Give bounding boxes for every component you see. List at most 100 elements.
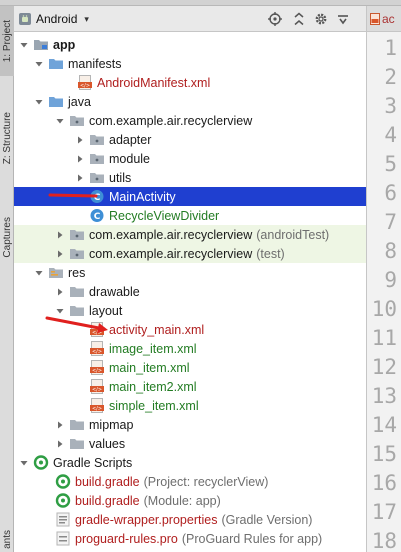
project-view-dropdown[interactable]: Android ▾ [18, 9, 89, 29]
tree-item-label: main_item2.xml [109, 379, 197, 394]
editor-tab[interactable]: ac [367, 6, 401, 32]
left-tool-window-strip: 1: Project Z: Structure Captures ants [0, 6, 14, 552]
expand-arrow-right-icon[interactable] [54, 286, 66, 298]
tree-item-label: com.example.air.recyclerview [89, 227, 253, 242]
collapse-all-button[interactable] [290, 10, 308, 28]
tree-item-label: layout [89, 303, 123, 318]
line-number: 8 [384, 239, 397, 263]
xml-file-icon: </> [89, 379, 105, 394]
tree-item-app[interactable]: app [14, 35, 366, 54]
tree-item-utils[interactable]: utils [14, 168, 366, 187]
tree-item-label: build.gradle [75, 493, 140, 508]
tree-item-res[interactable]: res [14, 263, 366, 282]
line-number: 13 [371, 384, 397, 408]
tree-item-package-test[interactable]: com.example.air.recyclerview (test) [14, 244, 366, 263]
line-number: 3 [384, 94, 397, 118]
package-icon [69, 227, 85, 242]
tree-item-values[interactable]: values [14, 434, 366, 453]
expand-arrow-down-icon[interactable] [33, 96, 45, 108]
tree-item-build-gradle-module[interactable]: build.gradle (Module: app) [14, 491, 366, 510]
tree-item-label: AndroidManifest.xml [97, 75, 211, 90]
line-number: 12 [371, 355, 397, 379]
line-number: 9 [384, 268, 397, 292]
tree-item-java[interactable]: java [14, 92, 366, 111]
sync-target-button[interactable] [266, 10, 284, 28]
folder-icon [69, 417, 85, 432]
build-variants-tool-tab[interactable]: ants [0, 526, 14, 552]
tree-item-image-item[interactable]: </> image_item.xml [14, 339, 366, 358]
line-number: 10 [371, 297, 397, 321]
project-tool-tab[interactable]: 1: Project [0, 6, 14, 76]
tree-item-module[interactable]: module [14, 149, 366, 168]
expand-arrow-right-icon[interactable] [54, 229, 66, 241]
hide-panel-button[interactable] [334, 10, 352, 28]
line-number: 15 [371, 442, 397, 466]
tree-item-label: MainActivity [109, 189, 176, 204]
expand-arrow-right-icon[interactable] [74, 153, 86, 165]
expand-arrow-right-icon[interactable] [74, 134, 86, 146]
expand-arrow-down-icon[interactable] [33, 58, 45, 70]
expand-arrow-down-icon[interactable] [18, 457, 30, 469]
gradle-icon [55, 474, 71, 489]
tree-item-main-activity[interactable]: C MainActivity [14, 187, 366, 206]
settings-button[interactable] [312, 10, 330, 28]
package-icon [69, 246, 85, 261]
tree-item-proguard[interactable]: proguard-rules.pro (ProGuard Rules for ap… [14, 529, 366, 548]
tree-item-qualifier: (androidTest) [256, 227, 330, 242]
svg-text:</>: </> [92, 368, 102, 374]
tree-item-manifests[interactable]: manifests [14, 54, 366, 73]
tree-item-drawable[interactable]: drawable [14, 282, 366, 301]
structure-tool-tab[interactable]: Z: Structure [0, 106, 14, 171]
tree-item-label: activity_main.xml [109, 322, 205, 337]
editor-tab-label: ac [382, 11, 395, 26]
line-number: 7 [384, 210, 397, 234]
xml-file-icon: </> [89, 398, 105, 413]
tree-item-main-item[interactable]: </> main_item.xml [14, 358, 366, 377]
tree-item-simple-item[interactable]: </> simple_item.xml [14, 396, 366, 415]
tree-item-layout[interactable]: layout [14, 301, 366, 320]
line-number: 14 [371, 413, 397, 437]
package-icon [89, 170, 105, 185]
expand-arrow-right-icon[interactable] [74, 172, 86, 184]
tree-item-gradle-wrapper[interactable]: gradle-wrapper.properties (Gradle Version… [14, 510, 366, 529]
captures-tool-tab-label: Captures [1, 216, 13, 258]
tree-item-main-item2[interactable]: </> main_item2.xml [14, 377, 366, 396]
tree-item-package-main[interactable]: com.example.air.recyclerview [14, 111, 366, 130]
expand-arrow-down-icon[interactable] [33, 267, 45, 279]
project-tree[interactable]: app manifests </> AndroidManifest.xml java co… [14, 32, 366, 552]
captures-tool-tab[interactable]: Captures [0, 202, 14, 272]
tree-item-label: com.example.air.recyclerview [89, 113, 253, 128]
tree-item-qualifier: (test) [256, 246, 285, 261]
tree-item-label: image_item.xml [109, 341, 197, 356]
tree-item-build-gradle-project[interactable]: build.gradle (Project: recyclerView) [14, 472, 366, 491]
tree-item-gradle-scripts[interactable]: Gradle Scripts [14, 453, 366, 472]
tree-item-label: res [68, 265, 86, 280]
expand-arrow-right-icon[interactable] [54, 438, 66, 450]
gear-icon [315, 13, 327, 25]
tree-item-package-android-test[interactable]: com.example.air.recyclerview (androidTest… [14, 225, 366, 244]
tree-item-recycle-view-divider[interactable]: C RecycleViewDivider [14, 206, 366, 225]
svg-text:</>: </> [80, 83, 90, 89]
tree-item-android-manifest[interactable]: </> AndroidManifest.xml [14, 73, 366, 92]
folder-icon [69, 436, 85, 451]
tree-item-adapter[interactable]: adapter [14, 130, 366, 149]
expand-arrow-right-icon[interactable] [54, 248, 66, 260]
source-folder-icon [48, 56, 64, 71]
expand-arrow-right-icon[interactable] [54, 419, 66, 431]
tree-item-activity-main[interactable]: </> activity_main.xml [14, 320, 366, 339]
tree-item-qualifier: (ProGuard Rules for app) [181, 531, 323, 546]
line-number: 18 [371, 529, 397, 552]
tree-item-mipmap[interactable]: mipmap [14, 415, 366, 434]
gradle-icon [33, 455, 49, 470]
expand-arrow-down-icon[interactable] [18, 39, 30, 51]
package-icon [69, 113, 85, 128]
expand-arrow-down-icon[interactable] [54, 305, 66, 317]
module-folder-icon [33, 37, 49, 52]
tree-item-label: module [109, 151, 150, 166]
tree-item-label: RecycleViewDivider [109, 208, 220, 223]
expand-arrow-down-icon[interactable] [54, 115, 66, 127]
source-folder-icon [48, 94, 64, 109]
